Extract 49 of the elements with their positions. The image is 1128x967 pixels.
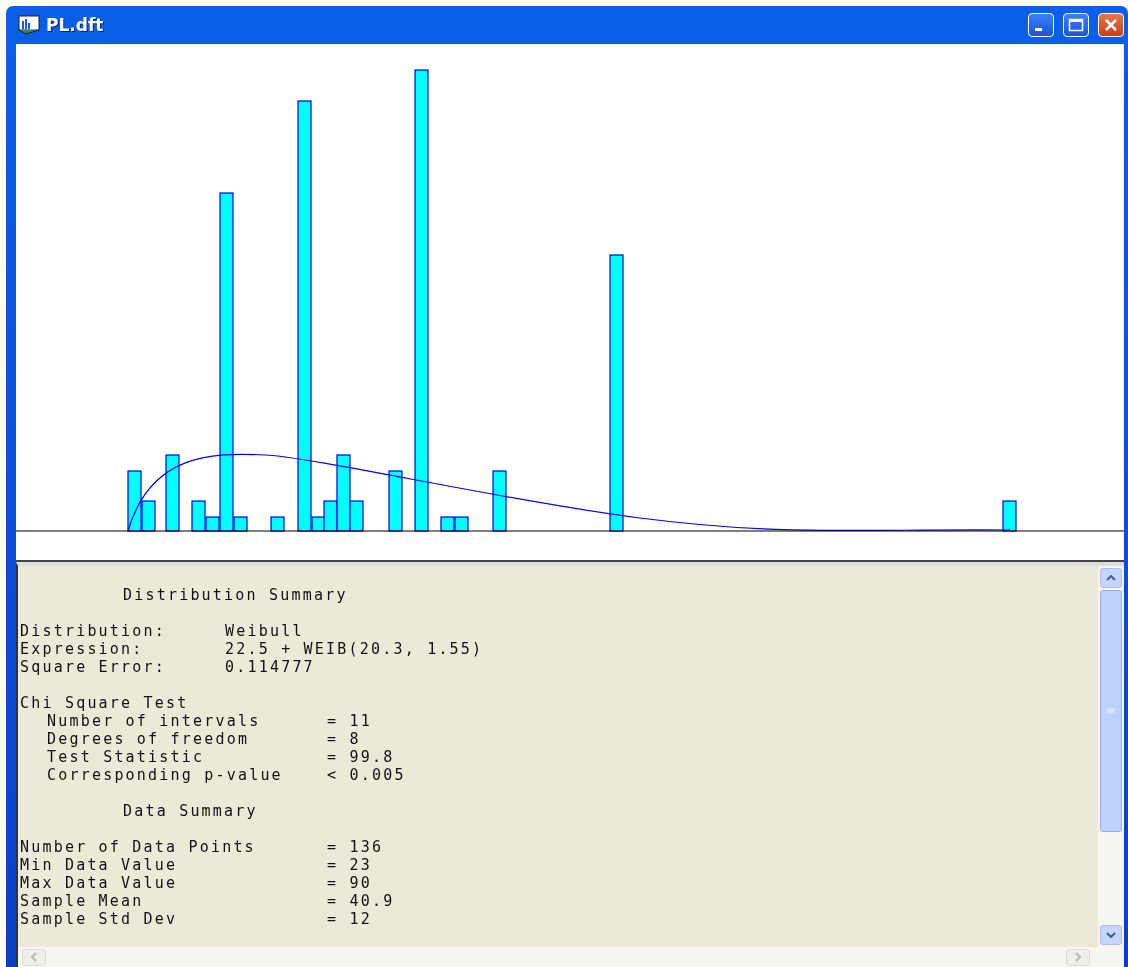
histogram-bar [454,516,469,532]
field-value: = 23 [327,856,372,874]
scroll-down-button[interactable] [1100,925,1122,945]
field-label: Sample Std Dev [20,910,179,928]
field-value: 22.5 + WEIB(20.3, 1.55) [225,640,484,658]
histogram-bar [440,516,455,532]
field-value: = 99.8 [327,748,395,766]
window-title: PL.dft [46,15,105,35]
field-label: Number of Data Points [20,838,257,856]
field-value: 0.114777 [225,658,315,676]
field-value: = 40.9 [327,892,395,910]
chevron-left-icon [31,952,37,962]
section-heading: Distribution Summary [123,586,348,604]
field-label: Distribution: [20,622,167,640]
field-value: = 12 [327,910,372,928]
vertical-scrollbar[interactable] [1098,566,1124,947]
maximize-icon [1068,18,1084,32]
field-label: Square Error: [20,658,167,676]
minimize-icon [1035,28,1042,31]
close-button[interactable] [1098,13,1124,37]
field-label: Sample Mean [20,892,145,910]
field-value: < 0.005 [327,766,406,784]
field-value: = 90 [327,874,372,892]
section-heading: Data Summary [123,802,258,820]
minimize-button[interactable] [1028,13,1054,37]
field-value: = 8 [327,730,361,748]
chevron-down-icon [1106,932,1116,938]
field-label: Number of intervals [47,712,262,730]
histogram-bar [492,470,507,532]
maximize-button[interactable] [1063,13,1089,37]
scroll-up-button[interactable] [1100,568,1122,588]
field-label: Max Data Value [20,874,179,892]
field-value: Weibull [225,622,304,640]
close-icon [1104,18,1118,32]
field-value: = 136 [327,838,384,856]
test-title: Chi Square Test [20,694,189,712]
histogram-bar [388,470,403,532]
histogram-app-icon [18,15,40,35]
field-value: = 11 [327,712,372,730]
field-label: Min Data Value [20,856,179,874]
histogram-bar [270,516,285,532]
chevron-up-icon [1106,575,1116,581]
scroll-thumb[interactable] [1100,590,1122,832]
field-label: Degrees of freedom [47,730,251,748]
chevron-right-icon [1075,952,1081,962]
field-label: Corresponding p-value [47,766,284,784]
histogram-bar [1002,500,1017,532]
field-label: Test Statistic [47,748,206,766]
field-label: Expression: [20,640,145,658]
